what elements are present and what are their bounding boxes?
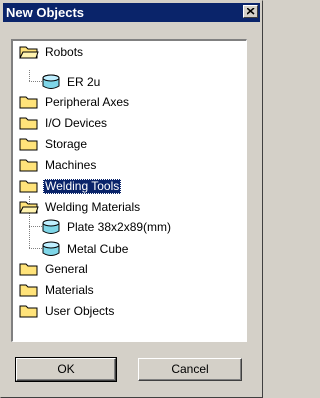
object-icon: [41, 74, 61, 90]
title-bar[interactable]: New Objects: [3, 3, 260, 22]
tree-item-label: Machines: [45, 157, 97, 172]
tree-item-user-objects[interactable]: User Objects: [19, 302, 116, 320]
tree-item-peripheral-axes[interactable]: Peripheral Axes: [19, 93, 131, 111]
cancel-button[interactable]: Cancel: [138, 358, 242, 381]
tree-item-label: Storage: [45, 136, 88, 151]
tree-item-label: Robots: [45, 44, 84, 59]
close-button[interactable]: [243, 5, 258, 18]
tree-item-machines[interactable]: Machines: [19, 156, 98, 174]
tree-item-robots[interactable]: Robots: [19, 43, 85, 61]
tree-item-label: Materials: [45, 282, 94, 297]
object-icon: [41, 219, 61, 235]
tree-item-label: Welding Materials: [45, 199, 141, 214]
folder-icon: [19, 282, 39, 298]
folder-icon: [19, 94, 39, 110]
dialog-title: New Objects: [6, 5, 85, 20]
tree-item-materials[interactable]: Materials: [19, 281, 96, 299]
folder-open-icon: [19, 199, 39, 215]
tree-item-label: User Objects: [45, 303, 115, 318]
folder-icon: [19, 136, 39, 152]
object-icon: [41, 241, 61, 257]
folder-open-icon: [19, 44, 39, 60]
tree-item-io-devices[interactable]: I/O Devices: [19, 114, 109, 132]
folder-icon: [19, 115, 39, 131]
tree-item-welding-materials[interactable]: Welding Materials: [19, 198, 142, 216]
object-tree[interactable]: Robots ER 2u Peripheral Axes I/O Devices: [11, 39, 247, 342]
tree-item-label: ER 2u: [67, 74, 101, 89]
folder-icon: [19, 157, 39, 173]
close-icon: [247, 8, 255, 15]
tree-item-label: I/O Devices: [45, 115, 108, 130]
folder-icon: [19, 261, 39, 277]
tree-item-label: Peripheral Axes: [45, 94, 130, 109]
tree-item-plate[interactable]: Plate 38x2x89(mm): [41, 218, 173, 236]
tree-item-label: Metal Cube: [67, 241, 129, 256]
tree-item-label: Plate 38x2x89(mm): [67, 219, 172, 234]
tree-item-welding-tools[interactable]: Welding Tools: [19, 177, 122, 195]
tree-item-er-2u[interactable]: ER 2u: [41, 73, 102, 91]
tree-item-general[interactable]: General: [19, 260, 90, 278]
tree-item-label: Welding Tools: [43, 178, 122, 194]
tree-item-storage[interactable]: Storage: [19, 135, 89, 153]
folder-icon: [19, 303, 39, 319]
tree-item-metal-cube[interactable]: Metal Cube: [41, 240, 130, 258]
tree-item-label: General: [45, 261, 88, 276]
folder-icon: [19, 178, 39, 194]
new-objects-dialog: New Objects Robots ER 2u Peripheral Axes…: [0, 0, 263, 398]
ok-button[interactable]: OK: [15, 357, 117, 382]
